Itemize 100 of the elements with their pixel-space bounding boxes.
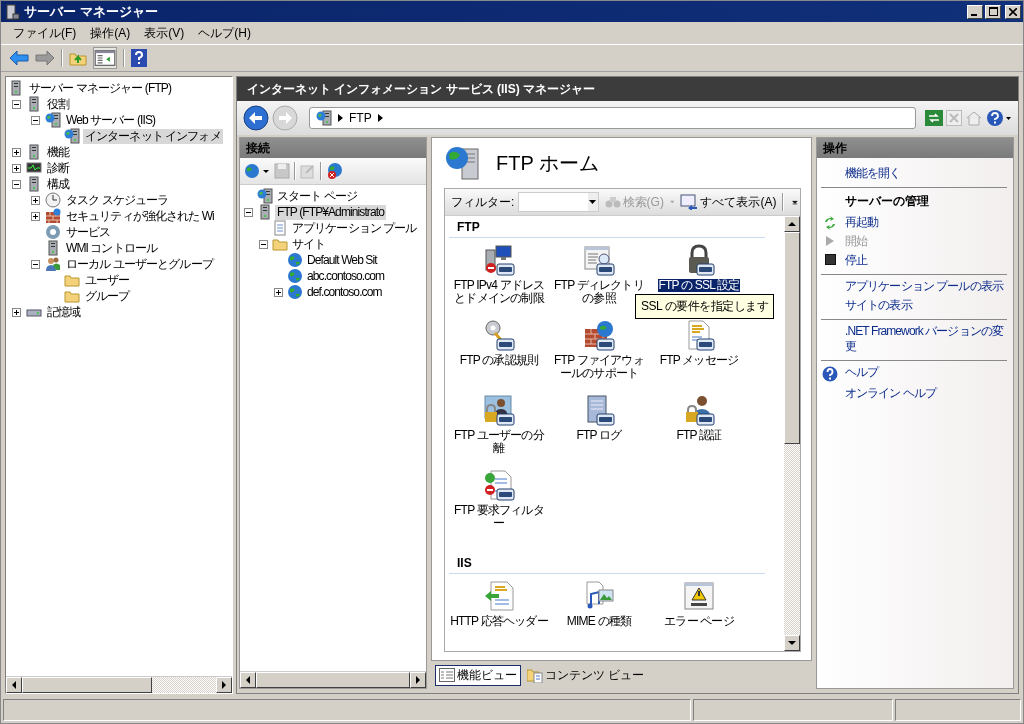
tree-item[interactable]: WMI コントロール <box>64 240 159 256</box>
scroll-down-icon[interactable] <box>788 640 796 646</box>
server-icon <box>4 3 20 20</box>
minus-box-icon[interactable] <box>12 179 21 189</box>
tree-item[interactable]: サーバー マネージャー (FTP) <box>27 80 174 96</box>
scroll-thumb[interactable] <box>256 672 410 688</box>
feature-item[interactable]: FTP 要求フィルター <box>449 504 549 530</box>
tree-item[interactable]: サービス <box>64 224 113 240</box>
address-bar[interactable]: FTP <box>309 107 916 129</box>
scroll-up-button[interactable] <box>784 216 800 232</box>
tree-item[interactable]: インターネット インフォメ <box>83 128 223 144</box>
plus-box-icon[interactable] <box>31 195 40 205</box>
minus-box-icon[interactable] <box>12 99 21 109</box>
tree-item[interactable]: 構成 <box>45 176 72 192</box>
tree-item[interactable]: アプリケーション プール <box>290 220 419 236</box>
action-link[interactable]: オンライン ヘルプ <box>845 386 937 401</box>
action-link[interactable]: 再起動 <box>845 215 879 230</box>
scroll-thumb[interactable] <box>784 232 800 444</box>
help-dropdown-icon[interactable] <box>986 109 1012 127</box>
scroll-right-button[interactable] <box>216 677 232 693</box>
minus-box-icon[interactable] <box>31 115 40 125</box>
action-link[interactable]: サイトの表示 <box>845 298 912 313</box>
scroll-left-icon[interactable] <box>11 681 17 689</box>
globe-dropdown-icon[interactable] <box>244 163 270 179</box>
tree-item[interactable]: グループ <box>83 288 132 304</box>
action-link[interactable]: 機能を開く <box>845 166 901 181</box>
feature-item[interactable]: HTTP 応答ヘッダー <box>450 615 548 628</box>
horizontal-scrollbar[interactable] <box>6 676 232 693</box>
action-link[interactable]: 停止 <box>845 253 868 268</box>
plus-box-icon[interactable] <box>12 163 21 173</box>
scroll-left-button[interactable] <box>240 672 256 688</box>
feature-item[interactable]: FTP の SSL 設定 <box>658 279 740 292</box>
breadcrumb-item[interactable]: FTP <box>349 111 372 125</box>
window-title: サーバー マネージャー <box>24 2 158 21</box>
feature-item[interactable]: FTP ファイアウォールのサポート <box>549 354 649 380</box>
feature-item[interactable]: FTP ユーザーの分離 <box>449 429 549 455</box>
tree-item[interactable]: サイト <box>290 236 328 252</box>
tree-item[interactable]: ユーザー <box>83 272 132 288</box>
scroll-down-button[interactable] <box>784 635 800 651</box>
feature-item[interactable]: FTP メッセージ <box>659 354 739 367</box>
menu-item[interactable]: ヘルプ(H) <box>192 22 257 44</box>
tree-item[interactable]: セキュリティが強化された Wi <box>64 208 216 224</box>
view-tab[interactable]: 機能ビュー <box>435 664 521 686</box>
globe-icon <box>287 268 303 284</box>
tree-item[interactable]: タスク スケジューラ <box>64 192 171 208</box>
view-tab[interactable]: コンテンツ ビュー <box>523 664 649 686</box>
scroll-up-icon[interactable] <box>788 221 796 227</box>
server-icon <box>8 80 24 96</box>
scroll-right-button[interactable] <box>410 672 426 688</box>
tree-item[interactable]: 診断 <box>45 160 72 176</box>
refresh-icon[interactable] <box>925 110 943 126</box>
feature-item[interactable]: FTP 認証 <box>676 429 722 442</box>
scroll-thumb[interactable] <box>22 677 152 693</box>
console-tree-icon[interactable] <box>93 47 117 69</box>
tree-item[interactable]: 機能 <box>45 144 72 160</box>
horizontal-scrollbar[interactable] <box>240 671 426 688</box>
feature-item[interactable]: FTP ログ <box>576 429 622 442</box>
tree-item[interactable]: Web サーバー (IIS) <box>64 112 158 128</box>
scroll-right-icon[interactable] <box>221 681 227 689</box>
globe-disconnect-icon[interactable] <box>326 162 344 180</box>
menu-item[interactable]: 表示(V) <box>138 22 191 44</box>
minus-box-icon[interactable] <box>31 259 40 269</box>
scroll-right-icon[interactable] <box>415 676 421 684</box>
menu-item[interactable]: ファイル(F) <box>7 22 83 44</box>
filter-field[interactable] <box>518 192 599 212</box>
feature-item[interactable]: FTP の承認規則 <box>459 354 539 367</box>
plus-box-icon[interactable] <box>12 307 21 317</box>
scroll-left-button[interactable] <box>6 677 22 693</box>
minimize-button[interactable] <box>967 4 983 19</box>
tree-item[interactable]: スタート ページ <box>275 188 360 204</box>
show-all-button[interactable]: すべて表示(A) <box>678 193 779 211</box>
tree-item[interactable]: abc.contoso.com <box>305 268 387 284</box>
tree-item[interactable]: FTP (FTP¥Administrato <box>275 204 386 220</box>
back-arrow-icon[interactable] <box>9 50 29 66</box>
tree-item[interactable]: 記憶域 <box>45 304 83 320</box>
feature-item[interactable]: エラー ページ <box>664 615 734 628</box>
action-link[interactable]: .NET Framework バージョンの変更 <box>845 324 1007 354</box>
action-link[interactable]: ヘルプ <box>845 365 879 380</box>
menu-item[interactable]: 操作(A) <box>84 22 137 44</box>
action-link[interactable]: アプリケーション プールの表示 <box>845 279 1003 294</box>
tree-item[interactable]: Default Web Sit <box>305 252 379 268</box>
tree-item[interactable]: 役割 <box>45 96 72 112</box>
tree-item[interactable]: def.contoso.com <box>305 284 384 300</box>
close-button[interactable] <box>1005 4 1021 19</box>
minus-box-icon[interactable] <box>244 207 253 217</box>
plus-box-icon[interactable] <box>12 147 21 157</box>
minus-box-icon[interactable] <box>259 239 268 249</box>
dropdown-caret-icon[interactable] <box>589 200 597 204</box>
feature-item[interactable]: MIME の種類 <box>566 615 632 628</box>
vertical-scrollbar[interactable] <box>784 216 800 651</box>
document-arrow-icon <box>483 580 515 612</box>
close-icon[interactable] <box>1009 7 1017 16</box>
feature-item[interactable]: FTP IPv4 アドレスとドメインの制限 <box>449 279 549 305</box>
tree-item[interactable]: ローカル ユーザーとグループ <box>64 256 215 272</box>
forward-arrow-icon[interactable] <box>35 50 55 66</box>
back-button[interactable] <box>243 105 269 131</box>
plus-box-icon[interactable] <box>31 211 40 221</box>
help-icon[interactable] <box>131 49 147 67</box>
plus-box-icon[interactable] <box>274 287 283 297</box>
scroll-left-icon[interactable] <box>245 676 251 684</box>
